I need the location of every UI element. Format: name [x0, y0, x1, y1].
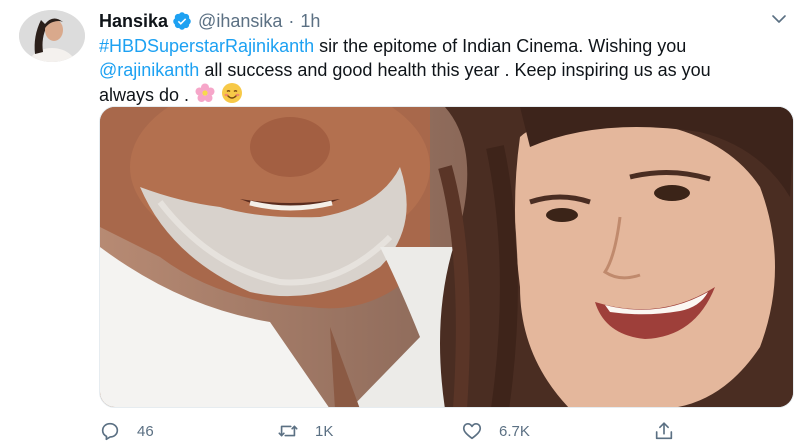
tweet-text-line3: always do . [99, 85, 195, 105]
tweet-text-line1: sir the epitome of Indian Cinema. Wishin… [314, 36, 687, 56]
blossom-emoji [195, 83, 215, 102]
retweet-button[interactable]: 1K [277, 419, 333, 443]
mention-link[interactable]: @rajinikanth [99, 60, 199, 80]
reply-icon [101, 422, 119, 441]
chevron-down-icon[interactable] [770, 10, 788, 28]
hashtag-link[interactable]: #HBDSuperstarRajinikanth [99, 36, 314, 56]
tweet-header: Hansika @ihansika · 1h [99, 9, 320, 33]
tweet-actions: 46 1K 6.7K [99, 419, 789, 443]
tweet-timestamp[interactable]: 1h [300, 11, 320, 32]
like-count: 6.7K [499, 422, 530, 440]
retweet-count: 1K [315, 422, 334, 440]
avatar[interactable] [19, 10, 85, 62]
avatar-image [19, 10, 85, 62]
photo-image [100, 107, 793, 407]
reply-button[interactable]: 46 [99, 419, 154, 443]
smiling-face-emoji [222, 83, 243, 103]
tweet-card[interactable]: Hansika @ihansika · 1h #HBDSuperstarRaji… [0, 0, 795, 447]
retweet-icon [278, 425, 298, 437]
author-handle[interactable]: @ihansika [198, 11, 282, 32]
share-button[interactable] [653, 419, 675, 443]
reply-count: 46 [137, 422, 154, 440]
tweet-text: #HBDSuperstarRajinikanth sir the epitome… [99, 34, 789, 107]
like-icon [462, 423, 482, 440]
tweet-text-line2: all success and good health this year . … [199, 60, 711, 80]
separator-dot: · [288, 10, 295, 31]
tweet-photo[interactable] [99, 106, 794, 408]
author-name[interactable]: Hansika [99, 11, 168, 32]
like-button[interactable]: 6.7K [461, 419, 530, 443]
share-icon [655, 422, 673, 440]
verified-badge-icon [173, 12, 191, 30]
